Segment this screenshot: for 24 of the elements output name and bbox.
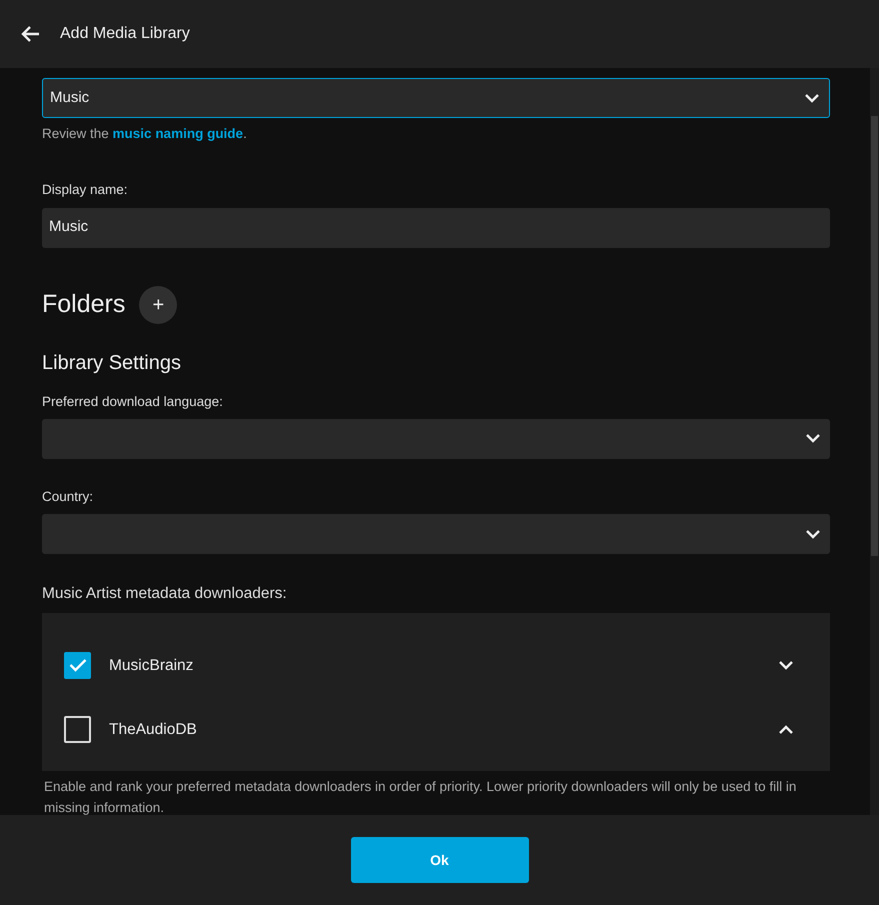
chevron-down-icon	[805, 94, 819, 102]
field-label: Music Artist metadata downloaders:	[42, 584, 288, 604]
section-heading: Folders	[42, 288, 126, 320]
help-text: Review the music naming guide.	[42, 125, 248, 143]
field-label: Country:	[42, 488, 94, 506]
checkbox[interactable]	[64, 652, 91, 679]
field-label: Display name:	[42, 181, 129, 200]
checkmark-icon	[68, 658, 86, 672]
downloader-name: MusicBrainz	[109, 656, 194, 676]
chevron-down-icon[interactable]	[779, 660, 793, 670]
scrollbar-thumb[interactable]	[871, 116, 878, 556]
field-label: Preferred download language:	[42, 392, 224, 411]
page-title: Add Media Library	[60, 24, 190, 44]
add-button[interactable]: +	[139, 286, 178, 324]
chevron-up-icon[interactable]	[779, 724, 793, 734]
downloader-name: TheAudioDB	[109, 720, 198, 740]
section-heading: Library Settings	[42, 350, 182, 376]
content-type-select[interactable]: Music	[42, 78, 830, 118]
help-text: Enable and rank your preferred metadata downloaders in order of priority. Lower priority downloaders will only be used to fill in missing information.	[43, 778, 798, 815]
naming-guide-link[interactable]: music naming guide	[112, 126, 244, 141]
chevron-down-icon	[806, 530, 820, 538]
back-arrow-icon[interactable]	[20, 25, 40, 43]
chevron-down-icon	[806, 434, 820, 444]
display-name-field[interactable]: Music	[42, 208, 830, 248]
